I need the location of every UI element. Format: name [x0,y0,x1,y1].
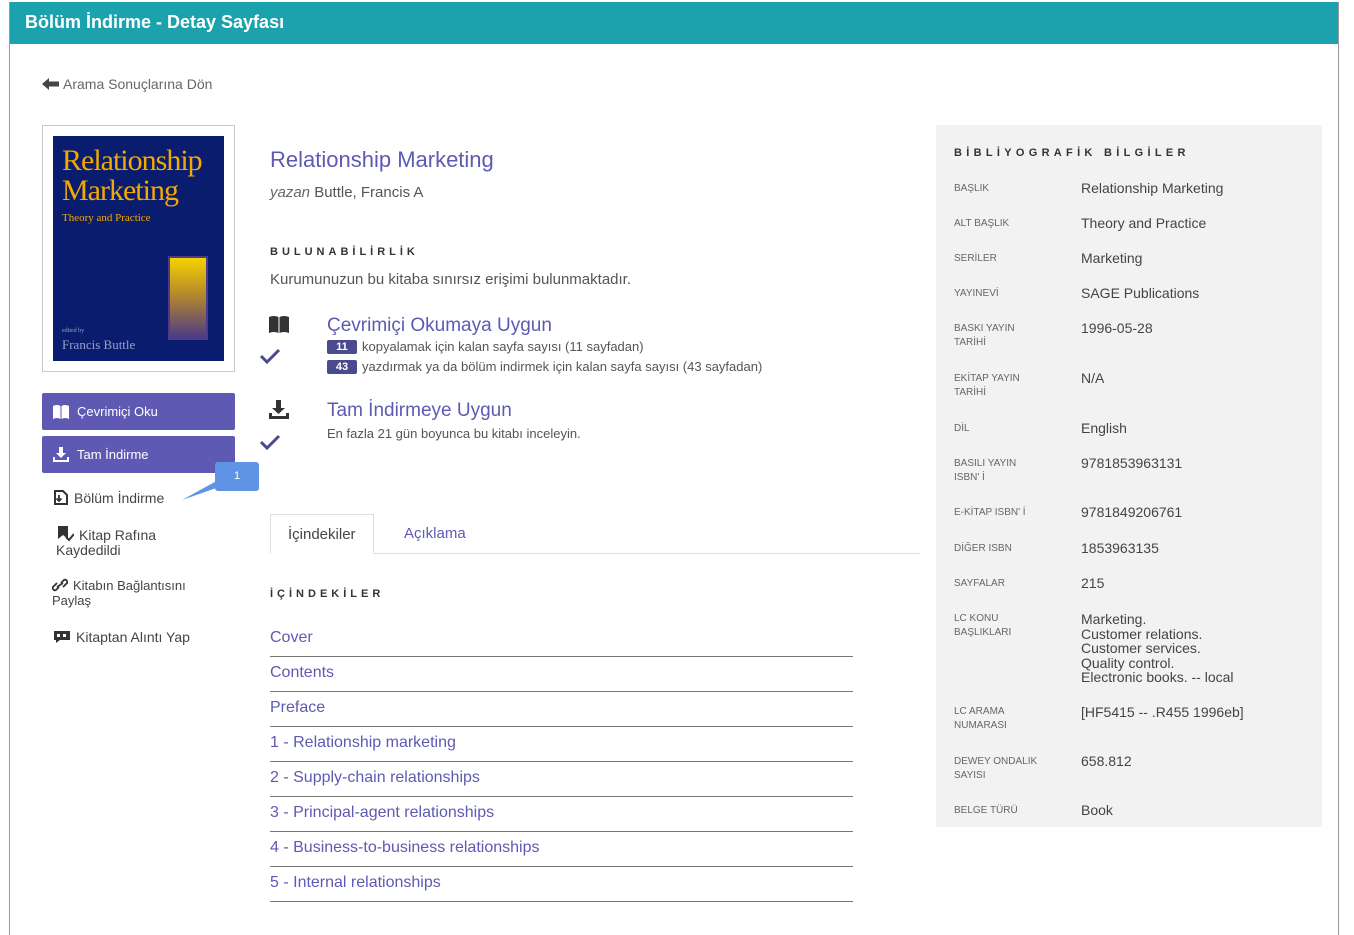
biblio-label: SAYFALAR [954,578,1005,589]
chapter-download-label: Bölüm İndirme [74,490,165,506]
biblio-label: BASILI YAYIN ISBN' İ [954,458,1017,483]
check-icon [259,348,281,364]
biblio-value: English [1081,420,1127,436]
cover-image: Relationship Marketing Theory and Practi… [53,136,224,361]
toc-item-preface[interactable]: Preface [270,692,853,727]
download-icon [269,400,289,419]
biblio-label: DİĞER ISBN [954,543,1012,554]
cover-author: Francis Buttle [62,337,136,352]
bibliographic-panel: BİBLİYOGRAFİK BİLGİLER BAŞLIK Relationsh… [936,125,1322,827]
book-byline: yazan Buttle, Francis A [270,184,423,201]
quote-bubble-icon [54,631,70,643]
app-window: Bölüm İndirme - Detay Sayfası Arama Sonu… [9,2,1339,935]
biblio-value: 1996-05-28 [1081,320,1153,336]
back-link-label: Arama Sonuçlarına Dön [63,76,213,92]
book-title[interactable]: Relationship Marketing [270,147,494,173]
download-icon [53,446,69,462]
biblio-heading: BİBLİYOGRAFİK BİLGİLER [954,147,1190,159]
open-book-icon [53,404,69,419]
biblio-value: 215 [1081,575,1105,591]
copy-pages-count: 11 [327,339,357,354]
toc-item-chapter-2[interactable]: 2 - Supply-chain relationships [270,762,853,797]
read-online-button[interactable]: Çevrimiçi Oku [42,393,235,430]
biblio-value: N/A [1081,370,1105,386]
toc-item-chapter-3[interactable]: 3 - Principal-agent relationships [270,797,853,832]
biblio-value: Marketing. Customer relations. Customer … [1081,611,1234,685]
link-icon [51,578,69,592]
step-callout: 1 [215,462,259,491]
book-author[interactable]: Buttle, Francis A [314,184,423,201]
biblio-label: BASKI YAYIN TARİHİ [954,323,1015,348]
chapter-download-link[interactable]: Bölüm İndirme [53,490,164,506]
toc-item-chapter-1[interactable]: 1 - Relationship marketing [270,727,853,762]
biblio-label: LC KONU BAŞLIKLARI [954,613,1012,638]
toc-item-chapter-4[interactable]: 4 - Business-to-business relationships [270,832,853,867]
biblio-label: ALT BAŞLIK [954,218,1010,229]
toc-heading: İÇİNDEKİLER [270,588,385,600]
full-download-title[interactable]: Tam İndirmeye Uygun [327,400,512,422]
biblio-label: DEWEY ONDALIK SAYISI [954,756,1038,781]
cover-subtitle: Theory and Practice [62,212,151,224]
print-pages-text: yazdırmak ya da bölüm indirmek için kala… [362,359,763,374]
tab-description[interactable]: Açıklama [387,514,483,554]
bookmark-check-icon [58,526,75,542]
cover-title-line2: Marketing [62,174,179,207]
biblio-value: 9781849206761 [1081,504,1183,520]
back-to-results-link[interactable]: Arama Sonuçlarına Dön [42,76,212,92]
share-link[interactable]: Kitabın Bağlantısını Paylaş [51,578,222,608]
cite-label: Kitaptan Alıntı Yap [76,629,190,645]
byline-prefix: yazan [270,184,311,201]
print-pages-line: 43 yazdırmak ya da bölüm indirmek için k… [327,359,762,374]
full-download-text: En fazla 21 gün boyunca bu kitabı incele… [327,426,581,441]
book-cover: Relationship Marketing Theory and Practi… [42,125,235,372]
biblio-value: Relationship Marketing [1081,180,1224,196]
biblio-label: LC ARAMA NUMARASI [954,706,1007,731]
toc-item-cover[interactable]: Cover [270,622,853,657]
biblio-value: Book [1081,802,1113,818]
chapter-download-icon [54,490,68,505]
cover-edited-by: edited by [62,328,85,334]
copy-pages-line: 11 kopyalamak için kalan sayfa sayısı (1… [327,339,644,354]
print-pages-count: 43 [327,359,357,374]
online-reading-title[interactable]: Çevrimiçi Okumaya Uygun [327,315,552,337]
biblio-value: 658.812 [1081,753,1132,769]
tab-contents[interactable]: İçindekiler [270,514,374,554]
full-download-label: Tam İndirme [77,447,149,462]
check-icon [259,434,281,450]
save-to-shelf-link[interactable]: Kitap Rafına Kaydedildi [56,526,216,558]
toc-item-contents[interactable]: Contents [270,657,853,692]
biblio-value: 9781853963131 [1081,455,1183,471]
window-title: Bölüm İndirme - Detay Sayfası [10,2,1338,44]
biblio-label: DİL [954,423,970,434]
open-book-icon [269,316,289,333]
toc-item-chapter-5[interactable]: 5 - Internal relationships [270,867,853,902]
cite-link[interactable]: Kitaptan Alıntı Yap [53,630,190,645]
copy-pages-text: kopyalamak için kalan sayfa sayısı (11 s… [362,339,644,354]
cover-gradient-bar [168,256,208,340]
biblio-label: BELGE TÜRÜ [954,805,1018,816]
biblio-label: YAYINEVİ [954,288,999,299]
cover-title-line1: Relationship [62,144,203,177]
biblio-label: EKİTAP YAYIN TARİHİ [954,373,1020,398]
biblio-value: Marketing [1081,250,1143,266]
availability-text: Kurumunuzun bu kitaba sınırsız erişimi b… [270,271,632,288]
share-link-label: Kitabın Bağlantısını Paylaş [52,578,186,608]
biblio-label: E-KİTAP ISBN' İ [954,507,1026,518]
full-download-button[interactable]: Tam İndirme [42,436,235,473]
back-arrow-icon [42,78,59,90]
read-online-label: Çevrimiçi Oku [77,404,158,419]
biblio-value: SAGE Publications [1081,285,1200,301]
biblio-value: Theory and Practice [1081,215,1207,231]
biblio-label: SERİLER [954,253,997,264]
biblio-label: BAŞLIK [954,183,990,194]
biblio-value: [HF5415 -- .R455 1996eb] [1081,704,1244,720]
availability-heading: BULUNABİLİRLİK [270,246,419,258]
biblio-value: 1853963135 [1081,540,1159,556]
